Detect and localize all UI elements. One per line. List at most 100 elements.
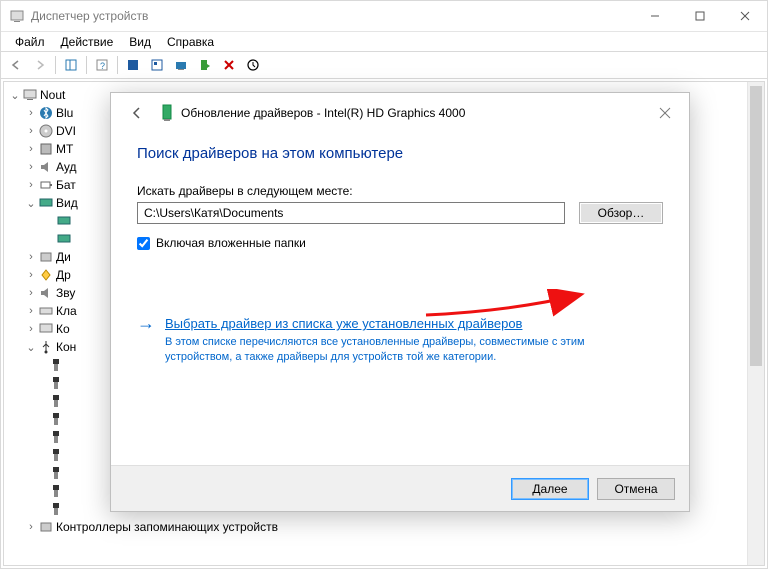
tree-label: Контроллеры запоминающих устройств <box>56 520 278 534</box>
expand-icon[interactable]: › <box>24 179 38 191</box>
back-button[interactable] <box>125 101 149 125</box>
minimize-button[interactable] <box>632 1 677 31</box>
usb-port-icon <box>48 447 64 463</box>
annotation-arrow <box>421 289 591 319</box>
toolbar: ? <box>1 51 767 79</box>
dialog-header: Обновление драйверов - Intel(R) HD Graph… <box>111 93 689 133</box>
disk-icon <box>38 249 54 265</box>
cancel-button[interactable]: Отмена <box>597 478 675 500</box>
toolbar-show-hide-icon[interactable] <box>60 54 82 76</box>
menu-file[interactable]: Файл <box>7 33 53 51</box>
toolbar-separator <box>117 56 118 74</box>
toolbar-help-icon[interactable]: ? <box>91 54 113 76</box>
usb-port-icon <box>48 357 64 373</box>
path-row: Обзор… <box>137 202 663 224</box>
battery-icon <box>38 177 54 193</box>
menubar: Файл Действие Вид Справка <box>1 31 767 51</box>
tree-item-storage-controllers[interactable]: › Контроллеры запоминающих устройств <box>6 518 762 536</box>
expand-icon[interactable]: › <box>24 251 38 263</box>
include-subfolders-checkbox[interactable] <box>137 237 150 250</box>
display-adapter-icon <box>38 195 54 211</box>
collapse-icon[interactable]: ⌄ <box>8 89 22 102</box>
maximize-button[interactable] <box>677 1 722 31</box>
expand-icon[interactable]: › <box>24 143 38 155</box>
toolbar-properties-icon[interactable] <box>122 54 144 76</box>
keyboard-icon <box>38 303 54 319</box>
expand-icon[interactable]: › <box>24 323 38 335</box>
pick-from-list-link[interactable]: Выбрать драйвер из списка уже установлен… <box>165 316 625 331</box>
usb-port-icon <box>48 501 64 517</box>
device-icon <box>38 141 54 157</box>
window-buttons <box>632 1 767 31</box>
window-title: Диспетчер устройств <box>31 9 632 23</box>
collapse-icon[interactable]: ⌄ <box>24 341 38 354</box>
storage-icon <box>38 519 54 535</box>
toolbar-forward-icon[interactable] <box>29 54 51 76</box>
pick-from-list-block[interactable]: → Выбрать драйвер из списка уже установл… <box>137 316 663 365</box>
toolbar-enable-icon[interactable] <box>194 54 216 76</box>
dvd-icon <box>38 123 54 139</box>
close-button[interactable] <box>722 1 767 31</box>
path-label: Искать драйверы в следующем месте: <box>137 184 663 198</box>
usb-port-icon <box>48 411 64 427</box>
dialog-body: Поиск драйверов на этом компьютере Искат… <box>111 133 689 465</box>
include-subfolders-row[interactable]: Включая вложенные папки <box>137 236 663 250</box>
expand-icon[interactable]: › <box>24 521 38 533</box>
driver-path-input[interactable] <box>137 202 565 224</box>
expand-icon[interactable]: › <box>24 305 38 317</box>
update-driver-dialog: Обновление драйверов - Intel(R) HD Graph… <box>110 92 690 512</box>
expand-icon[interactable]: › <box>24 161 38 173</box>
tree-root-label: Nout <box>40 88 65 102</box>
app-icon <box>9 8 25 24</box>
expand-icon[interactable]: › <box>24 107 38 119</box>
usb-port-icon <box>48 393 64 409</box>
expand-icon[interactable]: › <box>24 125 38 137</box>
expand-icon[interactable]: › <box>24 287 38 299</box>
usb-port-icon <box>48 465 64 481</box>
computer-icon <box>38 321 54 337</box>
toolbar-update-icon[interactable] <box>146 54 168 76</box>
expand-icon[interactable]: › <box>24 269 38 281</box>
toolbar-separator <box>86 56 87 74</box>
next-button[interactable]: Далее <box>511 478 589 500</box>
menu-action[interactable]: Действие <box>53 33 122 51</box>
toolbar-uninstall-icon[interactable] <box>218 54 240 76</box>
menu-help[interactable]: Справка <box>159 33 222 51</box>
tree-label: Blu <box>56 106 73 120</box>
tree-label: Ко <box>56 322 70 336</box>
dialog-title: Обновление драйверов - Intel(R) HD Graph… <box>181 106 649 120</box>
tree-label: Др <box>56 268 71 282</box>
dialog-close-button[interactable] <box>649 99 681 127</box>
bluetooth-icon <box>38 105 54 121</box>
sound-icon <box>38 285 54 301</box>
dialog-footer: Далее Отмена <box>111 465 689 511</box>
tree-label: Ди <box>56 250 71 264</box>
titlebar: Диспетчер устройств <box>1 1 767 31</box>
vertical-scrollbar[interactable] <box>747 82 764 565</box>
collapse-icon[interactable]: ⌄ <box>24 197 38 210</box>
usb-port-icon <box>48 429 64 445</box>
toolbar-scan-icon[interactable] <box>170 54 192 76</box>
usb-icon <box>38 339 54 355</box>
arrow-right-icon: → <box>137 316 155 365</box>
tree-label: Кон <box>56 340 76 354</box>
toolbar-scan-changes-icon[interactable] <box>242 54 264 76</box>
tree-label: Зву <box>56 286 75 300</box>
tree-label: Ауд <box>56 160 76 174</box>
tree-label: MT <box>56 142 73 156</box>
display-icon <box>56 231 72 247</box>
display-icon <box>56 213 72 229</box>
browse-button[interactable]: Обзор… <box>579 202 663 224</box>
audio-icon <box>38 159 54 175</box>
computer-icon <box>22 87 38 103</box>
scrollbar-thumb[interactable] <box>750 86 762 366</box>
menu-view[interactable]: Вид <box>121 33 159 51</box>
svg-text:?: ? <box>100 61 105 71</box>
pick-from-list-desc: В этом списке перечисляются все установл… <box>165 335 625 365</box>
tree-label: Бат <box>56 178 76 192</box>
tree-label: Вид <box>56 196 78 210</box>
dialog-heading: Поиск драйверов на этом компьютере <box>137 145 663 162</box>
usb-port-icon <box>48 483 64 499</box>
toolbar-separator <box>55 56 56 74</box>
toolbar-back-icon[interactable] <box>5 54 27 76</box>
